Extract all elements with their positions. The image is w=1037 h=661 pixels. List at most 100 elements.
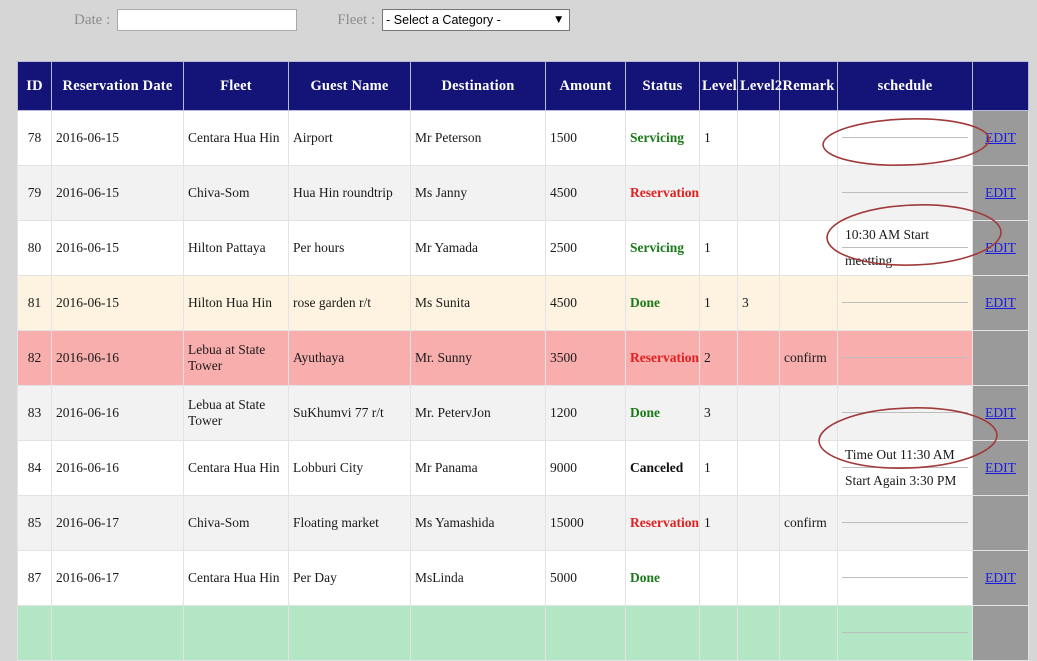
edit-link[interactable]: EDIT: [985, 460, 1016, 475]
column-header-destination[interactable]: Destination: [410, 61, 546, 111]
cell-status: Reservation: [625, 495, 700, 551]
cell-schedule[interactable]: [837, 110, 973, 166]
schedule-input-top[interactable]: [842, 223, 968, 248]
column-header-schedule[interactable]: schedule: [837, 61, 973, 111]
schedule-input-top[interactable]: [842, 278, 968, 303]
edit-link[interactable]: EDIT: [985, 295, 1016, 310]
cell-amount: 4500: [545, 165, 626, 221]
cell-level: 1: [699, 440, 738, 496]
status-badge: Reservation: [630, 350, 699, 366]
cell-schedule[interactable]: [837, 495, 973, 551]
status-badge: Done: [630, 295, 660, 311]
schedule-input-bottom[interactable]: [842, 138, 968, 163]
cell-remark: [779, 440, 838, 496]
table-row[interactable]: 80 2016-06-15 Hilton Pattaya Per hours Mr Ya…: [17, 220, 1029, 276]
column-header-level2[interactable]: Level2: [737, 61, 782, 111]
cell-status: Done: [625, 385, 700, 441]
cell-guest-name: Per hours: [288, 220, 411, 276]
cell-reservation-date: 2016-06-16: [51, 385, 184, 441]
cell-schedule[interactable]: [837, 330, 973, 386]
cell-guest-name: rose garden r/t: [288, 275, 411, 331]
schedule-input-top[interactable]: [842, 333, 968, 358]
table-row[interactable]: 83 2016-06-16 Lebua at State Tower SuKhumvi…: [17, 385, 1029, 441]
cell-remark: [779, 605, 838, 661]
cell-schedule[interactable]: [837, 275, 973, 331]
cell-id: 78: [17, 110, 52, 166]
schedule-input-bottom[interactable]: [842, 358, 968, 383]
edit-link[interactable]: EDIT: [985, 570, 1016, 585]
schedule-input-bottom[interactable]: [842, 578, 968, 603]
cell-schedule[interactable]: [837, 440, 973, 496]
column-header-remark[interactable]: Remark: [779, 61, 838, 111]
edit-link[interactable]: EDIT: [985, 185, 1016, 200]
cell-schedule[interactable]: [837, 550, 973, 606]
cell-fleet: Chiva-Som: [183, 495, 289, 551]
table-row[interactable]: 85 2016-06-17 Chiva-Som Floating market Ms Y…: [17, 495, 1029, 551]
cell-schedule[interactable]: [837, 605, 973, 661]
cell-id: 80: [17, 220, 52, 276]
cell-schedule[interactable]: [837, 165, 973, 221]
edit-link[interactable]: EDIT: [985, 405, 1016, 420]
schedule-input-bottom[interactable]: [842, 193, 968, 218]
cell-schedule[interactable]: [837, 385, 973, 441]
column-header-guest-name[interactable]: Guest Name: [288, 61, 411, 111]
schedule-input-bottom[interactable]: [842, 468, 968, 493]
filter-bar: Date : Fleet : - Select a Category - ▼: [0, 0, 1037, 40]
table-row[interactable]: 82 2016-06-16 Lebua at State Tower Ayuthaya…: [17, 330, 1029, 386]
cell-reservation-date: 2016-06-15: [51, 275, 184, 331]
cell-status: Done: [625, 275, 700, 331]
cell-reservation-date: 2016-06-17: [51, 550, 184, 606]
schedule-input-top[interactable]: [842, 113, 968, 138]
fleet-select[interactable]: - Select a Category -: [382, 9, 571, 31]
table-row[interactable]: 84 2016-06-16 Centara Hua Hin Lobburi City M…: [17, 440, 1029, 496]
cell-status: Canceled: [625, 440, 700, 496]
cell-level2: [737, 605, 780, 661]
schedule-input-top[interactable]: [842, 608, 968, 633]
column-header-reservation-date[interactable]: Reservation Date: [51, 61, 184, 111]
cell-remark: [779, 110, 838, 166]
schedule-input-bottom[interactable]: [842, 633, 968, 658]
cell-amount: 4500: [545, 275, 626, 331]
schedule-input-bottom[interactable]: [842, 248, 968, 273]
cell-level2: [737, 440, 780, 496]
table-row[interactable]: 81 2016-06-15 Hilton Hua Hin rose garden r/…: [17, 275, 1029, 331]
column-header-id[interactable]: ID: [17, 61, 52, 111]
cell-actions: EDIT: [972, 440, 1029, 496]
cell-fleet: Chiva-Som: [183, 165, 289, 221]
schedule-input-top[interactable]: [842, 168, 968, 193]
column-header-status[interactable]: Status: [625, 61, 700, 111]
edit-link[interactable]: EDIT: [985, 240, 1016, 255]
cell-destination: Mr Panama: [410, 440, 546, 496]
column-header-fleet[interactable]: Fleet: [183, 61, 289, 111]
schedule-input-bottom[interactable]: [842, 523, 968, 548]
edit-link[interactable]: EDIT: [985, 130, 1016, 145]
table-row[interactable]: 79 2016-06-15 Chiva-Som Hua Hin roundtrip Ms…: [17, 165, 1029, 221]
cell-level: [699, 605, 738, 661]
schedule-input-top[interactable]: [842, 388, 968, 413]
table-row[interactable]: 78 2016-06-15 Centara Hua Hin Airport Mr Pet…: [17, 110, 1029, 166]
column-header-amount[interactable]: Amount: [545, 61, 626, 111]
status-badge: Reservation: [630, 185, 699, 201]
date-input[interactable]: [117, 9, 298, 31]
column-header-level[interactable]: Level: [699, 61, 738, 111]
table-row[interactable]: 87 2016-06-17 Centara Hua Hin Per Day MsLind…: [17, 550, 1029, 606]
schedule-input-top[interactable]: [842, 443, 968, 468]
cell-guest-name: Floating market: [288, 495, 411, 551]
table-row[interactable]: [17, 605, 1029, 661]
cell-actions: EDIT: [972, 165, 1029, 221]
cell-level2: 3: [737, 275, 780, 331]
cell-destination: MsLinda: [410, 550, 546, 606]
cell-status: Reservation: [625, 330, 700, 386]
cell-destination: Mr Yamada: [410, 220, 546, 276]
schedule-input-bottom[interactable]: [842, 303, 968, 328]
cell-destination: Ms Yamashida: [410, 495, 546, 551]
cell-destination: Mr. PetervJon: [410, 385, 546, 441]
schedule-input-bottom[interactable]: [842, 413, 968, 438]
cell-schedule[interactable]: [837, 220, 973, 276]
cell-fleet: Hilton Pattaya: [183, 220, 289, 276]
status-badge: Servicing: [630, 130, 684, 146]
cell-remark: confirm: [779, 330, 838, 386]
cell-remark: [779, 385, 838, 441]
schedule-input-top[interactable]: [842, 498, 968, 523]
cell-reservation-date: 2016-06-17: [51, 495, 184, 551]
